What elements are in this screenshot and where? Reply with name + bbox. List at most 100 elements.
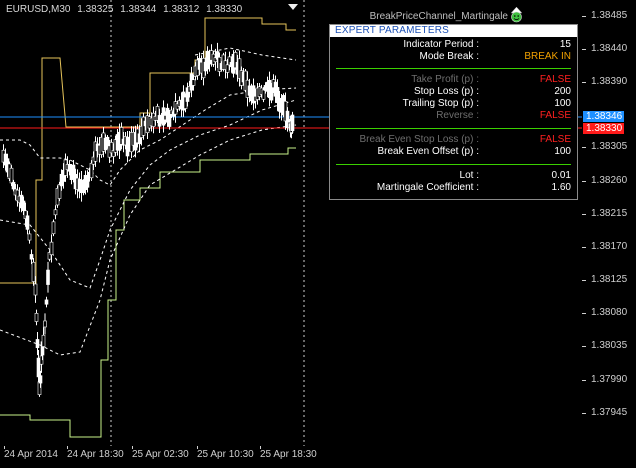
- time-tick-label: 24 Apr 2014: [4, 449, 58, 460]
- param-label: Mode Break :: [419, 51, 479, 62]
- candle-body: [57, 184, 62, 199]
- param-label: Lot :: [459, 170, 479, 181]
- candle-body: [46, 269, 50, 285]
- candle-body: [53, 209, 58, 216]
- param-row: Trailing Stop (p) : 100: [330, 98, 579, 110]
- param-row: Stop Loss (p) : 200: [330, 86, 579, 98]
- price-tick-mark: [582, 346, 586, 347]
- price-tick-label: 1.38440: [591, 43, 628, 54]
- price-tick-mark: [582, 49, 586, 50]
- upper-channel-line: [0, 17, 296, 284]
- param-label: Break Even Offset (p) :: [377, 146, 479, 157]
- expert-name: BreakPriceChannel_Martingale: [369, 11, 508, 22]
- param-label: Break Even Stop Loss (p) :: [359, 134, 479, 145]
- param-label: Indicator Period :: [403, 39, 479, 50]
- candle-body: [261, 89, 266, 100]
- price-tick-label: 1.37945: [591, 407, 628, 418]
- open-price: 1.38325: [77, 4, 114, 15]
- candle-body: [38, 375, 43, 384]
- panel-title: EXPERT PARAMETERS: [330, 25, 577, 37]
- price-tick-mark: [582, 247, 586, 248]
- param-value: FALSE: [539, 110, 571, 121]
- lower-channel-line: [0, 147, 296, 438]
- candle-body: [9, 167, 14, 184]
- param-value: 100: [554, 98, 571, 109]
- candle-body: [105, 136, 110, 147]
- candle-body: [36, 357, 41, 378]
- param-label: Take Profit (p) :: [411, 74, 479, 85]
- price-tick-mark: [582, 413, 586, 414]
- param-label: Martingale Coefficient :: [376, 182, 479, 193]
- candle-body: [21, 200, 26, 211]
- param-label: Reverse :: [436, 110, 479, 121]
- bid-price-tag: 1.38330: [583, 123, 624, 134]
- time-tick-label: 25 Apr 02:30: [132, 449, 189, 460]
- param-value: 0.01: [551, 170, 571, 181]
- param-row: Lot : 0.01: [330, 170, 579, 182]
- param-row: Mode Break : BREAK IN: [330, 51, 579, 63]
- candle-body: [11, 181, 16, 190]
- candle-body: [29, 254, 34, 260]
- candle-body: [89, 162, 94, 179]
- param-value: 100: [554, 146, 571, 157]
- close-price: 1.38330: [206, 4, 243, 15]
- expert-parameters-panel: EXPERT PARAMETERS Indicator Period :15 Mo…: [329, 24, 578, 200]
- separator-line: [336, 164, 571, 165]
- param-row: Take Profit (p) : FALSE: [330, 74, 579, 86]
- shift-marker-icon[interactable]: [288, 4, 298, 10]
- chart-area[interactable]: EURUSD,M30 1.38325 1.38344 1.38312 1.383…: [0, 0, 582, 446]
- time-tick-label: 25 Apr 18:30: [260, 449, 317, 460]
- separator-line: [336, 68, 571, 69]
- candle-body: [41, 334, 46, 347]
- param-value: FALSE: [539, 134, 571, 145]
- candle-body: [35, 339, 40, 349]
- price-tick-label: 1.38215: [591, 208, 628, 219]
- time-axis[interactable]: 24 Apr 2014 24 Apr 18:30 25 Apr 02:30 25 Ap…: [0, 446, 582, 468]
- candle-body: [51, 221, 56, 235]
- candle-body: [43, 320, 47, 328]
- symbol-header: EURUSD,M30 1.38325 1.38344 1.38312 1.383…: [6, 4, 246, 15]
- param-value: 15: [559, 39, 571, 50]
- smiley-hat-icon[interactable]: [509, 6, 524, 23]
- low-price: 1.38312: [163, 4, 200, 15]
- price-tick-label: 1.38260: [591, 175, 628, 186]
- price-tick-mark: [582, 181, 586, 182]
- candle-body: [34, 313, 39, 322]
- separator-line: [336, 128, 571, 129]
- price-tick-label: 1.37990: [591, 374, 628, 385]
- param-value: 1.60: [551, 182, 571, 193]
- param-value: 200: [554, 86, 571, 97]
- price-tick-label: 1.38485: [591, 10, 628, 21]
- price-tick-label: 1.38305: [591, 141, 628, 152]
- symbol-name: EURUSD,M30: [6, 4, 71, 15]
- middle-channel-line: [0, 124, 297, 356]
- candle-body: [27, 233, 32, 241]
- candle-body: [31, 261, 36, 282]
- candle-body: [191, 79, 196, 86]
- candle-body: [44, 299, 49, 305]
- ask-price-tag: 1.38346: [583, 111, 624, 122]
- param-row: Break Even Stop Loss (p) : FALSE: [330, 134, 579, 146]
- candle-body: [167, 112, 172, 127]
- price-tick-mark: [582, 147, 586, 148]
- price-tick-mark: [582, 313, 586, 314]
- param-row: Break Even Offset (p) : 100: [330, 146, 579, 158]
- high-price: 1.38344: [120, 4, 157, 15]
- param-value: FALSE: [539, 74, 571, 85]
- price-axis[interactable]: 1.38346 1.38330 1.38485 1.38440 1.38390 1.3…: [582, 0, 636, 468]
- price-tick-mark: [582, 380, 586, 381]
- param-row: Indicator Period : 15: [330, 39, 579, 51]
- price-tick-label: 1.38125: [591, 274, 628, 285]
- candle-body: [49, 241, 54, 256]
- candle-body: [225, 64, 230, 73]
- param-row: Martingale Coefficient : 1.60: [330, 182, 579, 194]
- param-value: BREAK IN: [524, 51, 571, 62]
- price-tick-mark: [582, 82, 586, 83]
- price-tick-mark: [582, 214, 586, 215]
- time-tick-label: 24 Apr 18:30: [67, 449, 124, 460]
- price-tick-label: 1.38080: [591, 307, 628, 318]
- candle-body: [269, 85, 274, 101]
- price-tick-mark: [582, 280, 586, 281]
- candle-body: [290, 114, 295, 131]
- candle-body: [141, 116, 146, 136]
